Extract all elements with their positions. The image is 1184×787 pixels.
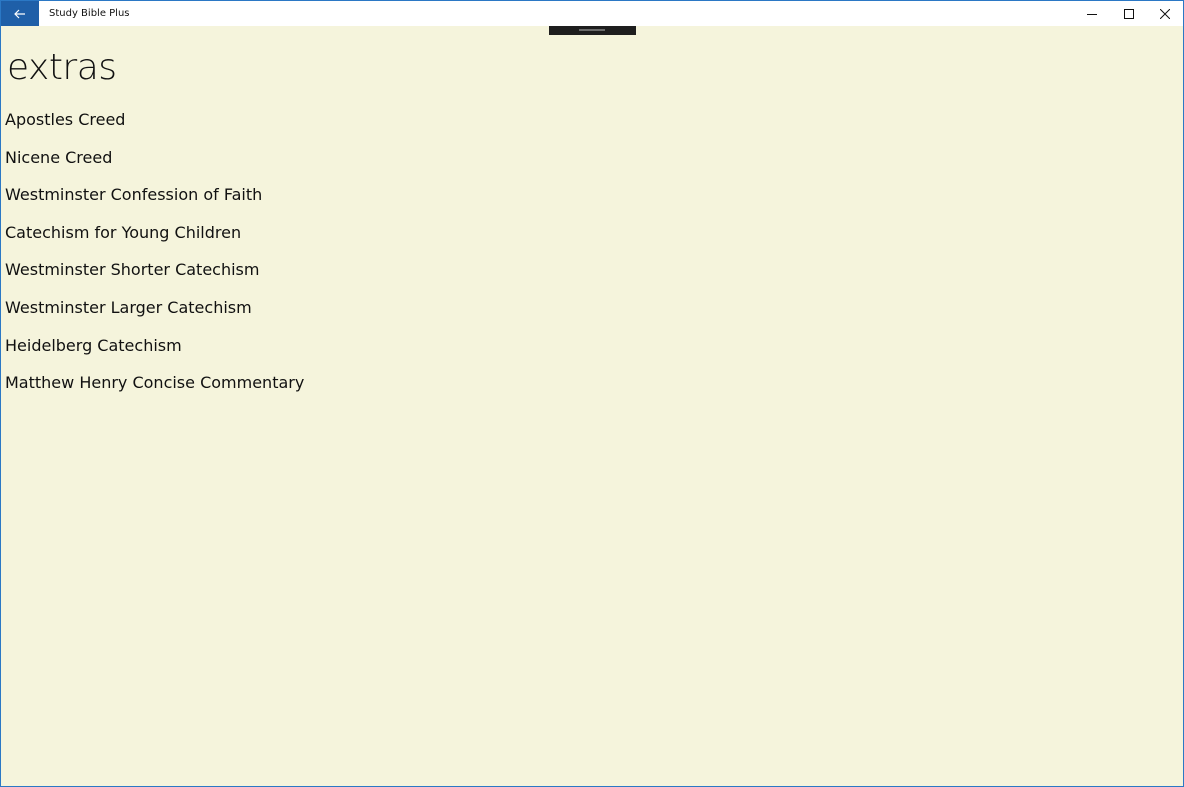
maximize-button[interactable] — [1111, 1, 1147, 26]
list-item-apostles-creed[interactable]: Apostles Creed — [5, 107, 304, 145]
back-button[interactable] — [1, 1, 39, 26]
extras-list: Apostles Creed Nicene Creed Westminster … — [5, 107, 304, 408]
list-item-heidelberg-catechism[interactable]: Heidelberg Catechism — [5, 333, 304, 371]
app-title: Study Bible Plus — [49, 8, 130, 19]
list-item-matthew-henry-commentary[interactable]: Matthew Henry Concise Commentary — [5, 370, 304, 408]
list-item-catechism-young-children[interactable]: Catechism for Young Children — [5, 220, 304, 258]
list-item-westminster-shorter-catechism[interactable]: Westminster Shorter Catechism — [5, 257, 304, 295]
close-button[interactable] — [1147, 1, 1183, 26]
grip-icon — [579, 29, 605, 31]
drag-handle[interactable] — [549, 26, 636, 35]
list-item-nicene-creed[interactable]: Nicene Creed — [5, 145, 304, 183]
minimize-icon — [1087, 13, 1097, 15]
maximize-icon — [1124, 8, 1134, 19]
minimize-button[interactable] — [1074, 1, 1110, 26]
app-window: Study Bible Plus extras Apostles Creed N… — [0, 0, 1184, 787]
list-item-westminster-larger-catechism[interactable]: Westminster Larger Catechism — [5, 295, 304, 333]
title-bar: Study Bible Plus — [1, 1, 1183, 26]
list-item-westminster-confession[interactable]: Westminster Confession of Faith — [5, 182, 304, 220]
page-title: extras — [7, 47, 117, 88]
arrow-left-icon — [14, 9, 25, 18]
close-icon — [1160, 8, 1170, 19]
